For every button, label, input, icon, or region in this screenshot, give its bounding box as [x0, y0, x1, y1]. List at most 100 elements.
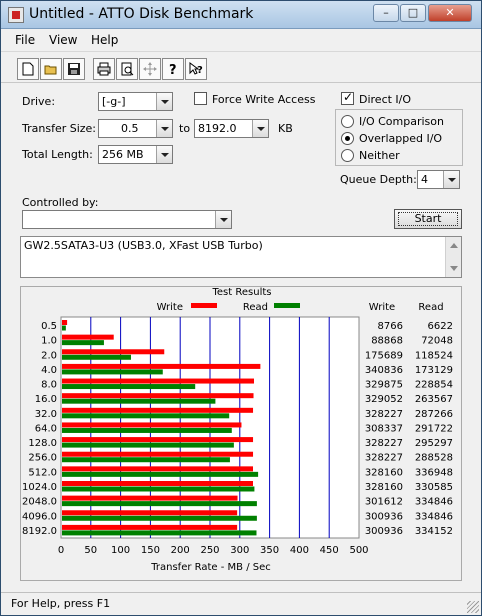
transfer-from-select[interactable]: 0.5 — [98, 119, 173, 138]
x-tick-label: 350 — [260, 545, 279, 556]
io-comparison-radio[interactable] — [341, 115, 354, 128]
neither-label: Neither — [359, 149, 400, 162]
context-help-icon[interactable]: ? — [185, 58, 207, 80]
write-value: 300936 — [365, 526, 403, 537]
transfer-size-label: 128.0 — [28, 438, 57, 449]
read-value: 330585 — [415, 482, 453, 493]
write-value: 328227 — [365, 409, 403, 420]
write-bar — [62, 524, 238, 530]
move-icon[interactable] — [139, 58, 161, 80]
status-text: For Help, press F1 — [11, 597, 111, 610]
chevron-down-icon[interactable] — [156, 93, 172, 110]
print-preview-icon[interactable] — [116, 58, 138, 80]
write-value: 300936 — [365, 511, 403, 522]
x-tick-label: 300 — [230, 545, 249, 556]
kb-label: KB — [278, 122, 293, 135]
chevron-down-icon[interactable] — [215, 211, 231, 228]
read-value: 334152 — [415, 526, 453, 537]
queue-depth-label: Queue Depth: — [340, 173, 417, 186]
chevron-down-icon[interactable] — [252, 120, 268, 137]
read-value: 6622 — [428, 321, 453, 332]
transfer-size-label: 256.0 — [28, 453, 57, 464]
write-bar — [62, 334, 114, 340]
description-scrollbar[interactable] — [445, 237, 461, 277]
write-bar — [62, 451, 254, 457]
read-bar — [62, 501, 257, 507]
force-write-checkbox[interactable] — [194, 92, 207, 105]
transfer-size-label: Transfer Size: — [22, 122, 97, 135]
transfer-size-label: 0.5 — [41, 321, 57, 332]
write-bar — [62, 349, 165, 355]
write-value: 88868 — [371, 336, 403, 347]
controlled-by-select[interactable] — [22, 210, 232, 229]
results-chart: Test Results Write Read Write Read 0.5 1.… — [22, 287, 453, 573]
test-results-panel: Test Results Write Read Write Read 0.5 1.… — [20, 286, 462, 581]
total-length-label: Total Length: — [22, 148, 93, 161]
read-value: 291722 — [415, 423, 453, 434]
menu-bar: File View Help — [1, 30, 481, 50]
write-value: 328227 — [365, 438, 403, 449]
app-window: Untitled - ATTO Disk Benchmark – □ ✕ Fil… — [0, 0, 482, 616]
legend-read-label: Read — [243, 302, 268, 313]
open-icon[interactable] — [40, 58, 62, 80]
overlapped-io-radio[interactable] — [341, 132, 354, 145]
queue-depth-value: 4 — [421, 173, 428, 186]
chevron-down-icon[interactable] — [156, 146, 172, 163]
app-icon[interactable] — [8, 7, 24, 23]
transfer-size-label: 1.0 — [41, 336, 57, 347]
transfer-from-value: 0.5 — [121, 122, 139, 135]
transfer-size-label: 32.0 — [35, 409, 57, 420]
legend-write-swatch — [191, 303, 217, 308]
read-bar — [62, 354, 131, 360]
minimize-button[interactable]: – — [373, 4, 399, 22]
write-bar — [62, 480, 253, 486]
x-tick-label: 50 — [84, 545, 97, 556]
chevron-down-icon[interactable] — [443, 171, 459, 188]
description-textbox[interactable]: GW2.5SATA3-U3 (USB3.0, XFast USB Turbo) — [20, 236, 462, 278]
read-value: 263567 — [415, 394, 453, 405]
menu-view[interactable]: View — [49, 33, 77, 47]
write-bar — [62, 422, 242, 428]
menu-help[interactable]: Help — [91, 33, 118, 47]
write-value: 308337 — [365, 423, 403, 434]
svg-text:?: ? — [169, 63, 177, 76]
start-button[interactable]: Start — [394, 209, 462, 229]
resize-grip[interactable] — [467, 601, 479, 613]
queue-depth-select[interactable]: 4 — [417, 170, 460, 189]
read-value: 287266 — [415, 409, 453, 420]
write-value: 328227 — [365, 453, 403, 464]
chevron-down-icon[interactable] — [156, 120, 172, 137]
transfer-size-label: 1024.0 — [22, 482, 57, 493]
close-button[interactable]: ✕ — [428, 4, 472, 22]
transfer-size-label: 16.0 — [35, 394, 57, 405]
x-tick-label: 500 — [349, 545, 368, 556]
total-length-select[interactable]: 256 MB — [98, 145, 173, 164]
drive-value: [-g-] — [102, 95, 126, 108]
help-icon[interactable]: ? — [162, 58, 184, 80]
maximize-button[interactable]: □ — [400, 4, 426, 22]
read-bar — [62, 486, 255, 492]
transfer-size-label: 2.0 — [41, 350, 57, 361]
read-value: 118524 — [415, 350, 453, 361]
results-title: Test Results — [212, 287, 272, 298]
transfer-size-label: 8.0 — [41, 380, 57, 391]
neither-radio[interactable] — [341, 149, 354, 162]
drive-select[interactable]: [-g-] — [98, 92, 173, 111]
transfer-to-select[interactable]: 8192.0 — [194, 119, 269, 138]
new-icon[interactable] — [17, 58, 39, 80]
read-bar — [62, 384, 196, 390]
read-value: 173129 — [415, 365, 453, 376]
read-bar — [62, 340, 104, 346]
menu-file[interactable]: File — [15, 33, 35, 47]
save-icon[interactable] — [63, 58, 85, 80]
direct-io-checkbox[interactable] — [341, 90, 354, 105]
write-value: 175689 — [365, 350, 403, 361]
description-text: GW2.5SATA3-U3 (USB3.0, XFast USB Turbo) — [24, 239, 263, 252]
x-tick-label: 250 — [200, 545, 219, 556]
write-bar — [62, 510, 238, 516]
write-bar — [62, 393, 254, 399]
title-bar[interactable]: Untitled - ATTO Disk Benchmark – □ ✕ — [1, 1, 481, 29]
write-value: 328160 — [365, 482, 403, 493]
print-icon[interactable] — [93, 58, 115, 80]
read-bar — [62, 413, 230, 419]
